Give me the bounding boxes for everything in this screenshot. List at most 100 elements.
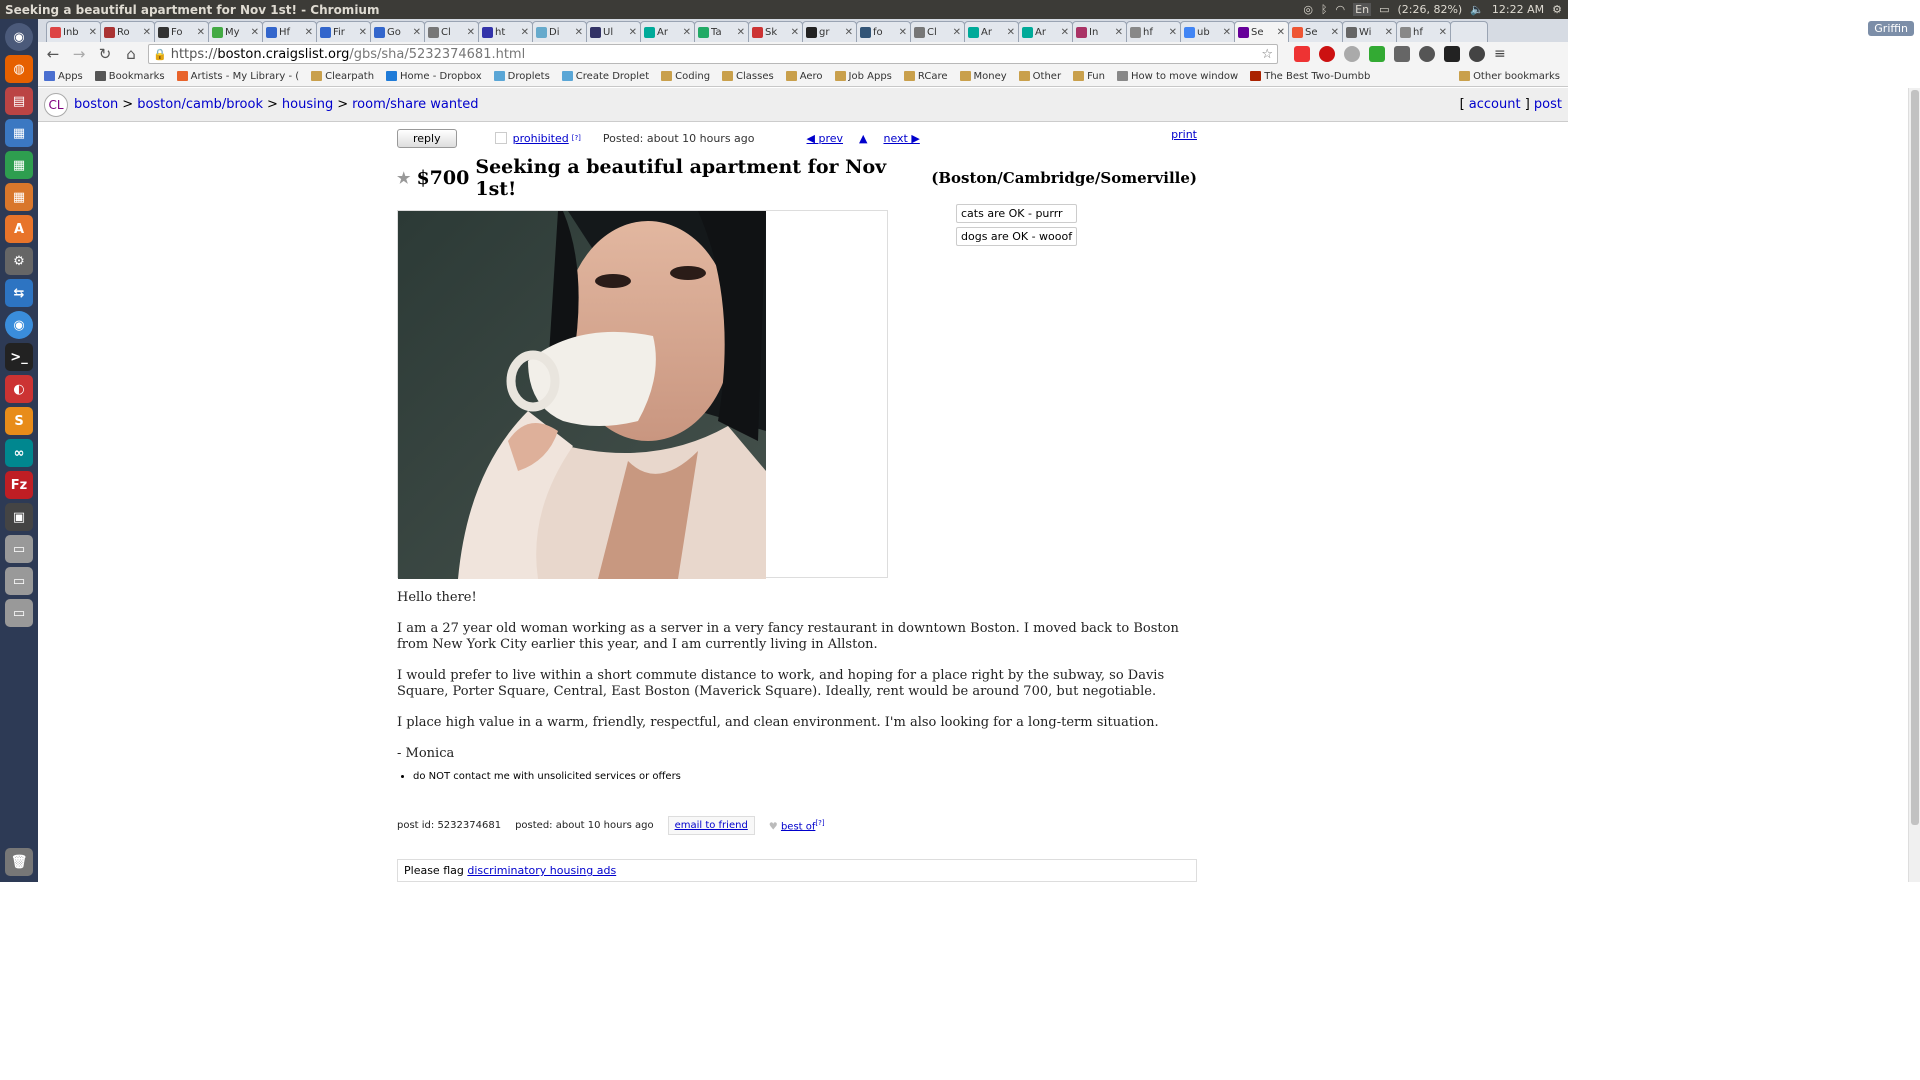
tab-close-icon[interactable]: ✕: [629, 27, 637, 38]
tab-close-icon[interactable]: ✕: [737, 27, 745, 38]
firefox-icon[interactable]: ◍: [5, 55, 33, 83]
prev-link[interactable]: ◀ prev: [807, 132, 844, 145]
heart-icon[interactable]: ♥: [769, 821, 778, 832]
page-scrollbar[interactable]: [1908, 88, 1920, 882]
post-link[interactable]: post: [1534, 97, 1562, 112]
breadcrumb-room-share-wanted[interactable]: room/share wanted: [352, 97, 478, 112]
posting-photo[interactable]: [398, 211, 766, 579]
browser-tab[interactable]: Cl ✕: [910, 21, 965, 42]
profile-button[interactable]: Griffin: [1868, 21, 1914, 36]
screenshot-icon[interactable]: ◐: [5, 375, 33, 403]
prohibited-flag-checkbox[interactable]: [494, 132, 507, 144]
extension-terminal-icon[interactable]: [1444, 46, 1460, 62]
writer-icon[interactable]: ▦: [5, 119, 33, 147]
bookmark-item[interactable]: Artists - My Library - (: [176, 71, 299, 82]
home-button[interactable]: ⌂: [122, 45, 140, 63]
browser-tab[interactable]: Ro ✕: [100, 21, 155, 42]
impress-icon[interactable]: ▦: [5, 183, 33, 211]
tab-close-icon[interactable]: ✕: [1385, 27, 1393, 38]
extension-grid-icon[interactable]: [1294, 46, 1310, 62]
browser-tab[interactable]: Fir ✕: [316, 21, 371, 42]
craigslist-logo[interactable]: CL: [44, 92, 68, 117]
arduino-icon[interactable]: ∞: [5, 439, 33, 467]
bookmark-item[interactable]: Job Apps: [834, 71, 892, 82]
prohibited-help[interactable]: [?]: [572, 134, 581, 142]
discriminatory-ads-link[interactable]: discriminatory housing ads: [467, 864, 616, 877]
browser-tab[interactable]: In ✕: [1072, 21, 1127, 42]
battery-status[interactable]: (2:26, 82%): [1397, 3, 1462, 16]
filezilla-icon[interactable]: Fz: [5, 471, 33, 499]
tab-close-icon[interactable]: ✕: [305, 27, 313, 38]
bookmark-item[interactable]: Money: [959, 71, 1007, 82]
terminal-icon[interactable]: >_: [5, 343, 33, 371]
bluetooth-icon[interactable]: ᛒ: [1321, 3, 1328, 16]
tab-close-icon[interactable]: ✕: [521, 27, 529, 38]
tab-close-icon[interactable]: ✕: [1439, 27, 1447, 38]
browser-tab[interactable]: hf ✕: [1396, 21, 1451, 42]
browser-tab[interactable]: Di ✕: [532, 21, 587, 42]
system-settings-icon[interactable]: ⚙: [5, 247, 33, 275]
tab-close-icon[interactable]: ✕: [845, 27, 853, 38]
wifi-icon[interactable]: ◠: [1336, 3, 1346, 16]
breadcrumb-boston[interactable]: boston: [74, 97, 118, 112]
tab-close-icon[interactable]: ✕: [953, 27, 961, 38]
tab-close-icon[interactable]: ✕: [1223, 27, 1231, 38]
best-of-link[interactable]: best of: [781, 821, 815, 832]
tab-close-icon[interactable]: ✕: [1331, 27, 1339, 38]
up-link[interactable]: ▲: [859, 132, 867, 145]
browser-tab[interactable]: Ar ✕: [1018, 21, 1073, 42]
tab-close-icon[interactable]: ✕: [1061, 27, 1069, 38]
calc-icon[interactable]: ▦: [5, 151, 33, 179]
browser-tab[interactable]: hf ✕: [1126, 21, 1181, 42]
browser-tab[interactable]: Ar ✕: [640, 21, 695, 42]
tab-close-icon[interactable]: ✕: [899, 27, 907, 38]
tab-close-icon[interactable]: ✕: [143, 27, 151, 38]
browser-tab[interactable]: fo ✕: [856, 21, 911, 42]
prohibited-link[interactable]: prohibited: [513, 132, 569, 145]
browser-tab[interactable]: Wi ✕: [1342, 21, 1397, 42]
print-link[interactable]: print: [1171, 128, 1197, 141]
browser-tab[interactable]: Ul ✕: [586, 21, 641, 42]
battery-icon[interactable]: ▭: [1379, 3, 1389, 16]
browser-tab[interactable]: Hf ✕: [262, 21, 317, 42]
trash-icon[interactable]: 🗑: [5, 848, 33, 876]
browser-tab[interactable]: Sk ✕: [748, 21, 803, 42]
reload-button[interactable]: ↻: [96, 45, 114, 63]
browser-tab[interactable]: Ar ✕: [964, 21, 1019, 42]
bookmark-item[interactable]: Classes: [722, 71, 774, 82]
email-to-friend-link[interactable]: email to friend: [675, 820, 748, 831]
browser-tab[interactable]: gr ✕: [802, 21, 857, 42]
bookmark-item[interactable]: Aero: [785, 71, 823, 82]
tab-close-icon[interactable]: ✕: [251, 27, 259, 38]
language-indicator[interactable]: En: [1353, 3, 1372, 16]
drive-icon-3[interactable]: ▭: [5, 599, 33, 627]
browser-tab[interactable]: My ✕: [208, 21, 263, 42]
extension-stop-icon[interactable]: [1319, 46, 1335, 62]
bookmark-item[interactable]: Create Droplet: [561, 71, 649, 82]
bookmark-item[interactable]: How to move window: [1116, 71, 1238, 82]
software-center-icon[interactable]: A: [5, 215, 33, 243]
tab-close-icon[interactable]: ✕: [89, 27, 97, 38]
scrollbar-thumb[interactable]: [1911, 90, 1919, 825]
tab-close-icon[interactable]: ✕: [467, 27, 475, 38]
bookmark-item[interactable]: Home - Dropbox: [386, 71, 482, 82]
sublime-icon[interactable]: S: [5, 407, 33, 435]
browser-tab[interactable]: Fo ✕: [154, 21, 209, 42]
extension-drive-icon[interactable]: [1369, 46, 1385, 62]
bookmark-item[interactable]: The Best Two-Dumbb: [1250, 71, 1370, 82]
bookmark-item[interactable]: Fun: [1073, 71, 1105, 82]
clock[interactable]: 12:22 AM: [1492, 3, 1544, 16]
chromium-icon[interactable]: ◉: [5, 311, 33, 339]
workspace-switcher-icon[interactable]: ▣: [5, 503, 33, 531]
tab-close-icon[interactable]: ✕: [359, 27, 367, 38]
browser-tab[interactable]: ub ✕: [1180, 21, 1235, 42]
extension-counter-icon[interactable]: [1394, 46, 1410, 62]
browser-tab[interactable]: Inb ✕: [46, 21, 101, 42]
browser-tab[interactable]: Cl ✕: [424, 21, 479, 42]
bookmark-item[interactable]: Clearpath: [311, 71, 374, 82]
volume-icon[interactable]: 🔈: [1470, 3, 1484, 16]
menu-icon[interactable]: ≡: [1494, 46, 1510, 62]
extension-circle-icon[interactable]: [1419, 46, 1435, 62]
network-icon[interactable]: ◎: [1303, 3, 1313, 16]
browser-tab[interactable]: ht ✕: [478, 21, 533, 42]
